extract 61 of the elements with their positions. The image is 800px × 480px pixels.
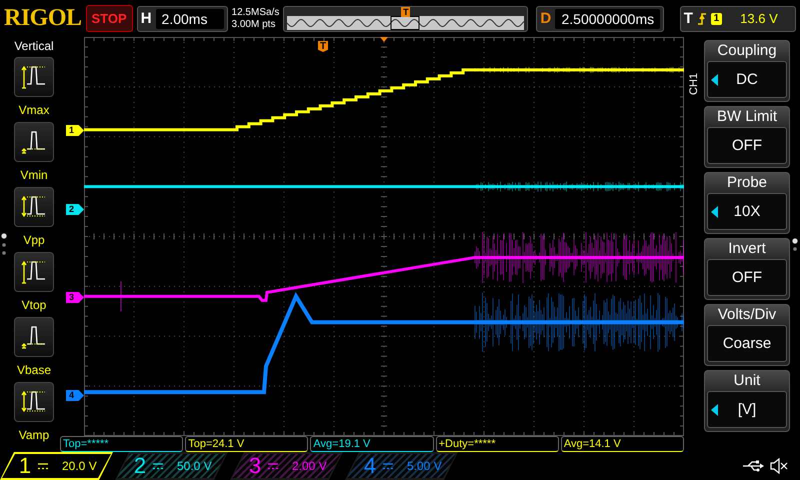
menu-label: Vtop xyxy=(22,298,46,312)
memory-depth: 3.00M pts xyxy=(232,18,276,30)
trigger-position-marker: T xyxy=(318,41,328,52)
measurement-button[interactable] xyxy=(14,122,54,162)
channel-marker[interactable]: 3 xyxy=(66,292,84,303)
usb-icon xyxy=(742,460,764,472)
delay-panel[interactable]: D 2.50000000ms xyxy=(536,6,664,32)
delay-label: D xyxy=(540,10,552,27)
measurement-button[interactable] xyxy=(14,57,54,97)
menu-label: Vmax xyxy=(18,103,50,117)
softkey-button[interactable]: Invert OFF xyxy=(704,238,790,300)
measurement-readout: Top=***** xyxy=(60,436,184,452)
measurement-button[interactable] xyxy=(14,252,54,292)
softkey-button[interactable]: Volts/Div Coarse xyxy=(704,304,790,366)
run-stop-status[interactable]: STOP xyxy=(86,5,133,32)
dc-coupling-icon xyxy=(383,462,393,470)
timebase-label: H xyxy=(140,10,152,27)
softkey-button[interactable]: Coupling DC xyxy=(704,40,790,102)
trigger-panel[interactable]: T 1 13.6 V xyxy=(680,6,796,32)
page-indicator-icon xyxy=(792,236,798,252)
softkey-button[interactable]: Unit [V] xyxy=(704,370,790,432)
channel-marker[interactable]: 1 xyxy=(66,125,84,136)
dc-coupling-icon xyxy=(153,462,163,470)
measurement-button[interactable] xyxy=(14,317,54,357)
measurement-readout: Avg=14.1 V xyxy=(560,436,684,452)
dc-coupling-icon xyxy=(38,462,48,470)
timebase-value: 2.00ms xyxy=(156,8,224,28)
channel-marker[interactable]: 2 xyxy=(66,204,84,215)
channel-label: CH1 xyxy=(688,72,700,95)
menu-title: Vertical xyxy=(14,38,54,55)
trigger-level: 13.6 V xyxy=(739,11,779,26)
brand-logo: RIGOL xyxy=(4,5,82,32)
menu-label: Vbase xyxy=(16,363,52,377)
triangle-icon xyxy=(711,404,718,416)
channel-tab[interactable]: 1 20.0 V xyxy=(0,452,113,480)
measurement-readout: Avg=19.1 V xyxy=(310,436,434,452)
measurement-button[interactable] xyxy=(14,382,54,422)
page-indicator-icon xyxy=(1,232,7,256)
menu-label: Vpp xyxy=(23,233,45,247)
softkey-button[interactable]: BW Limit OFF xyxy=(704,106,790,168)
menu-label: Vmin xyxy=(20,168,48,182)
channel-tab[interactable]: 3 2.00 V xyxy=(230,452,343,480)
trigger-source-badge: 1 xyxy=(710,12,722,24)
channel-tab[interactable]: 2 50.0 V xyxy=(115,452,228,480)
measurement-button[interactable] xyxy=(14,187,54,227)
trigger-position-marker: T xyxy=(401,6,410,16)
softkey-button[interactable]: Probe 10X xyxy=(704,172,790,234)
triangle-icon xyxy=(711,74,718,86)
delay-value: 2.50000000ms xyxy=(555,8,660,28)
mute-icon xyxy=(770,458,788,474)
channel-marker[interactable]: 4 xyxy=(66,390,84,401)
measurement-readout: +Duty=***** xyxy=(436,436,559,452)
measurement-readout: Top=24.1 V xyxy=(185,436,308,452)
rising-edge-icon xyxy=(696,12,707,26)
menu-label: Vamp xyxy=(18,428,50,442)
dc-coupling-icon xyxy=(268,462,278,470)
trigger-label: T xyxy=(684,10,693,27)
timebase-panel[interactable]: H 2.00ms xyxy=(136,6,228,32)
channel-tab[interactable]: 4 5.00 V xyxy=(345,452,458,480)
sample-rate: 12.5MSa/s xyxy=(232,6,280,18)
triangle-icon xyxy=(711,206,718,218)
